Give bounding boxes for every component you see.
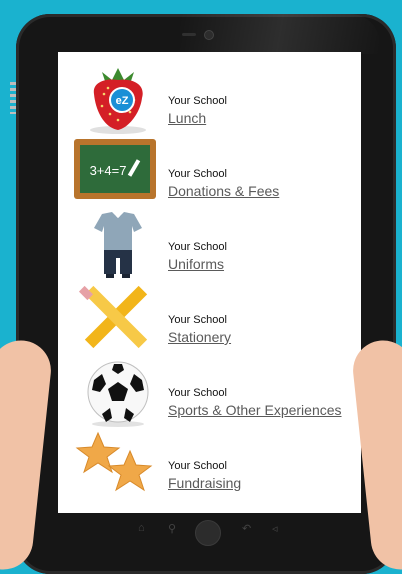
item-school-label: Your School xyxy=(168,241,227,253)
pencil-ruler-icon xyxy=(72,283,162,355)
list-item-fundraising: Your School Fundraising xyxy=(58,429,361,501)
back-icon[interactable]: ↶ xyxy=(242,522,251,535)
item-school-label: Your School xyxy=(168,168,227,180)
uniforms-link[interactable]: Uniforms xyxy=(168,256,224,272)
home-button[interactable] xyxy=(195,520,221,546)
strawberry-badge-text: eZ xyxy=(116,95,129,107)
soccer-ball-icon xyxy=(72,356,162,428)
chalkboard-icon: 3+4=7 xyxy=(72,137,162,209)
search-icon[interactable]: ⚲ xyxy=(168,522,176,535)
list-item-lunch: eZ Your School Lunch xyxy=(58,64,361,136)
item-school-label: Your School xyxy=(168,314,227,326)
screen: eZ Your School Lunch 3+4=7 Your School D… xyxy=(58,52,361,513)
home-icon[interactable]: ⌂ xyxy=(138,522,145,534)
chalkboard-equation: 3+4=7 xyxy=(90,163,127,178)
stationery-link[interactable]: Stationery xyxy=(168,329,231,345)
volume-icon[interactable]: ◃ xyxy=(272,522,278,535)
fundraising-link[interactable]: Fundraising xyxy=(168,475,241,491)
camera-icon xyxy=(204,30,214,40)
item-school-label: Your School xyxy=(168,460,227,472)
item-school-label: Your School xyxy=(168,387,227,399)
uniform-icon xyxy=(72,210,162,282)
stars-icon xyxy=(72,429,162,501)
donations-link[interactable]: Donations & Fees xyxy=(168,183,279,199)
list-item-donations: 3+4=7 Your School Donations & Fees xyxy=(58,137,361,209)
list-item-sports: Your School Sports & Other Experiences xyxy=(58,356,361,428)
sports-link[interactable]: Sports & Other Experiences xyxy=(168,402,342,418)
speaker-grille xyxy=(182,33,196,36)
strawberry-icon: eZ xyxy=(72,64,162,136)
side-buttons xyxy=(10,82,16,114)
item-school-label: Your School xyxy=(168,95,227,107)
lunch-link[interactable]: Lunch xyxy=(168,110,206,126)
list-item-stationery: Your School Stationery xyxy=(58,283,361,355)
list-item-uniforms: Your School Uniforms xyxy=(58,210,361,282)
